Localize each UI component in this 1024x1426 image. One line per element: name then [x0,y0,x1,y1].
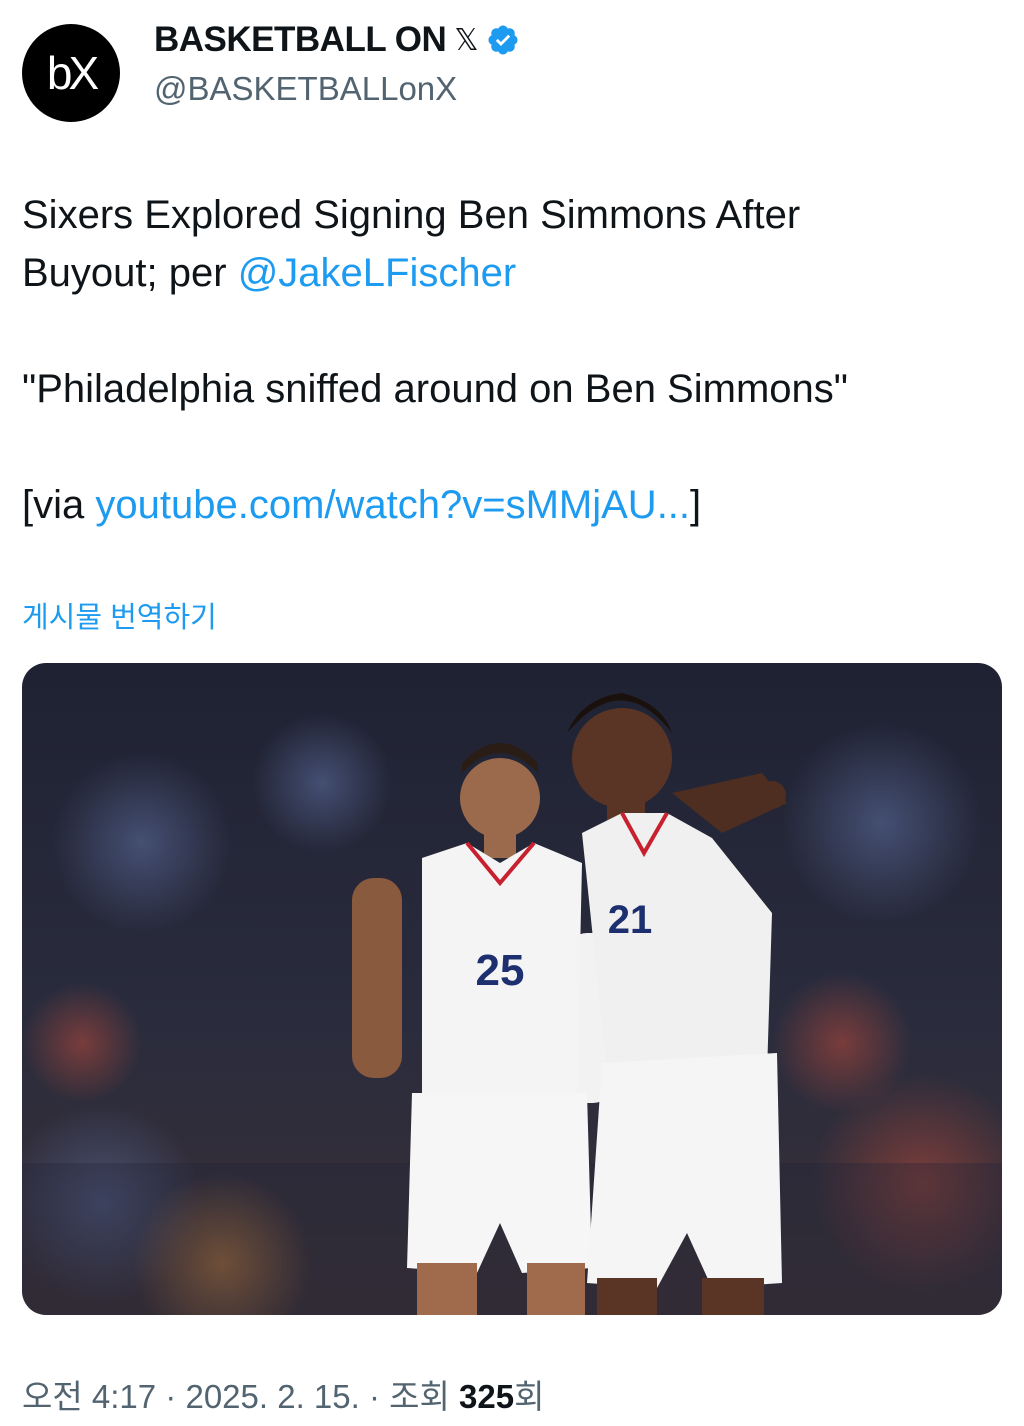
jersey-number-21: 21 [608,898,653,942]
tweet-line-2: Buyout; per @JakeLFischer [22,244,1002,302]
via-prefix: [via [22,483,96,527]
tweet-line-1: Sixers Explored Signing Ben Simmons Afte… [22,193,801,237]
x-logo-icon: 𝕏 [454,23,478,57]
jersey-number-25: 25 [476,946,525,995]
account-name-row[interactable]: BASKETBALL ON 𝕏 [154,20,520,60]
display-name: BASKETBALL ON [154,20,447,59]
verified-badge-icon [488,25,518,55]
views-count[interactable]: 325 [459,1378,514,1415]
translate-post-link[interactable]: 게시물 번역하기 [22,594,217,636]
account-handle[interactable]: @BASKETBALLonX [154,70,457,108]
meta-separator: · [368,1378,390,1415]
players-photo: 25 21 [22,663,1002,1315]
via-suffix: ] [690,483,702,527]
tweet-via: [via youtube.com/watch?v=sMMjAU...] [22,476,1002,534]
tweet-line-2-text: Buyout; per [22,251,238,295]
mention-link[interactable]: @JakeLFischer [238,251,516,295]
avatar-logo-text: bX [46,47,99,99]
tweet-text: Sixers Explored Signing Ben Simmons Afte… [22,186,1002,534]
tweet-date[interactable]: 2025. 2. 15. [185,1378,359,1415]
tweet-meta: 오전 4:17 · 2025. 2. 15. · 조회 325회 [22,1370,544,1418]
meta-separator: · [165,1378,186,1415]
youtube-link[interactable]: youtube.com/watch?v=sMMjAU... [95,483,690,527]
views-suffix: 회 [514,1378,545,1415]
avatar[interactable]: bX [22,24,120,122]
views-prefix: 조회 [389,1378,460,1415]
tweet-time[interactable]: 오전 4:17 [22,1378,156,1415]
tweet-photo[interactable]: 25 21 [22,663,1002,1315]
tweet-quote: "Philadelphia sniffed around on Ben Simm… [22,367,848,411]
